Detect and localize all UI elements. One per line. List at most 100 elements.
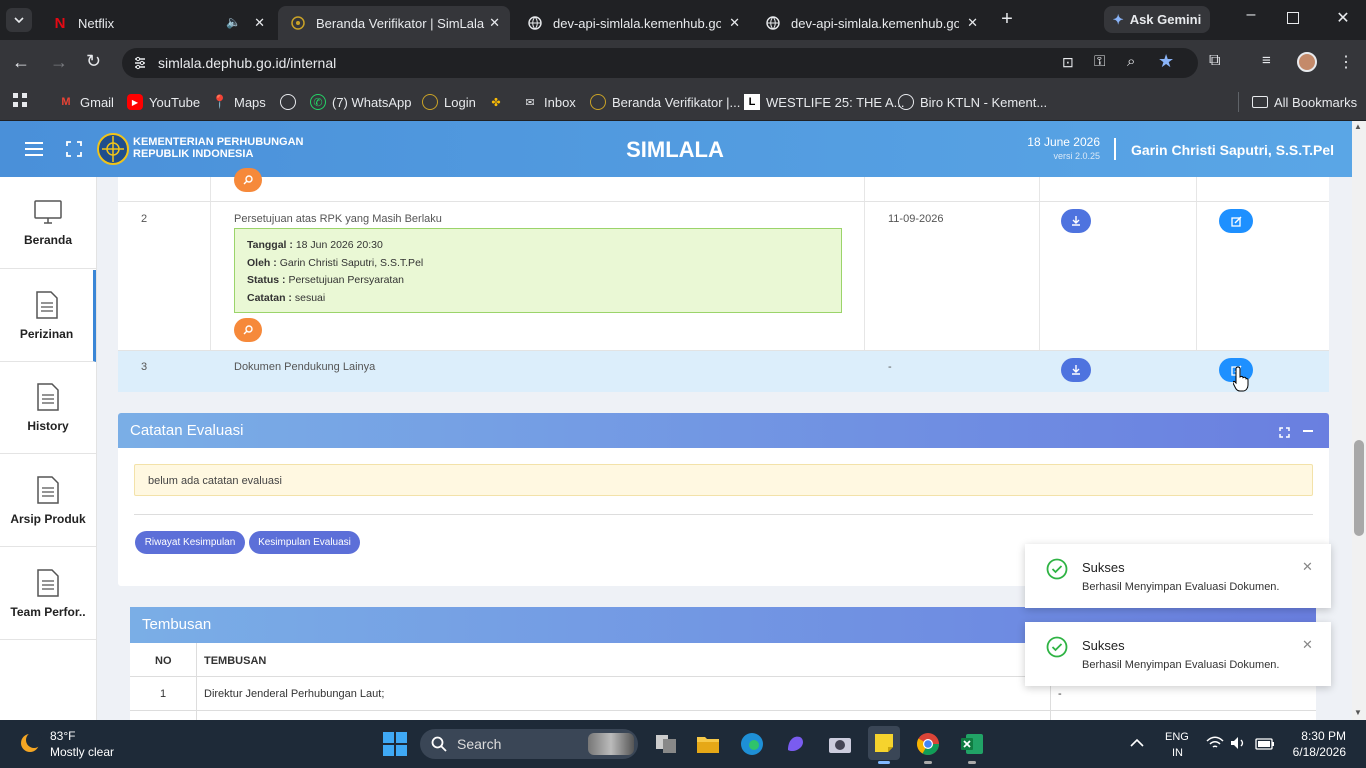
forward-button[interactable]: →: [50, 52, 68, 73]
tab-search-button[interactable]: [6, 8, 32, 32]
close-window-button[interactable]: ✕: [1332, 8, 1354, 32]
page-scrollbar[interactable]: [1352, 121, 1366, 720]
task-view-icon[interactable]: [652, 730, 680, 758]
star-icon[interactable]: ★: [1158, 51, 1174, 72]
chrome-icon[interactable]: [914, 730, 942, 758]
fullscreen-icon[interactable]: [66, 141, 82, 157]
minimize-button[interactable]: –: [1240, 6, 1262, 32]
header-user[interactable]: Garin Christi Saputri, S.S.T.Pel: [1131, 142, 1334, 158]
toast-title: Sukses: [1082, 638, 1125, 653]
key-icon[interactable]: ⚿: [1094, 53, 1105, 70]
url-text[interactable]: simlala.dephub.go.id/internal: [158, 55, 336, 71]
tab-title: Netflix: [78, 15, 115, 31]
check-circle-icon: [1046, 636, 1068, 658]
netflix-icon: N: [54, 14, 66, 32]
bookmark-globe[interactable]: [280, 92, 302, 112]
download-button[interactable]: [1061, 209, 1091, 233]
search-icon: [243, 175, 253, 185]
riwayat-kesimpulan-button[interactable]: Riwayat Kesimpulan: [135, 531, 245, 554]
volume-icon[interactable]: [1230, 736, 1246, 750]
wifi-icon[interactable]: [1206, 736, 1224, 750]
media-icon[interactable]: ≡: [1262, 52, 1271, 69]
reload-button[interactable]: ↻: [86, 51, 101, 72]
tembusan-row-extra: -: [1058, 688, 1062, 700]
bookmark-pinwheel[interactable]: ✤: [488, 92, 510, 112]
apps-grid-icon[interactable]: [12, 92, 28, 108]
bookmark-whatsapp[interactable]: ✆ (7) WhatsApp: [310, 92, 411, 112]
document-name: Persetujuan atas RPK yang Masih Berlaku: [234, 213, 442, 225]
tab-dev-api-1[interactable]: dev-api-simlala.kemenhub.go.id ✕: [515, 6, 750, 40]
edge-icon[interactable]: [738, 730, 766, 758]
globe-icon: [280, 94, 296, 110]
expand-icon[interactable]: [1279, 425, 1290, 438]
taskbar-search-box[interactable]: Search: [420, 729, 638, 759]
tembusan-card-title: Tembusan: [142, 616, 212, 633]
new-tab-button[interactable]: +: [996, 8, 1018, 30]
close-icon[interactable]: ✕: [254, 15, 265, 31]
bookmark-biro-ktln[interactable]: Biro KTLN - Kement...: [898, 92, 1047, 112]
globe-icon: [898, 94, 914, 110]
weather-icon[interactable]: [18, 731, 42, 755]
weather-desc[interactable]: Mostly clear: [50, 745, 114, 759]
bookmark-login[interactable]: Login: [422, 92, 476, 112]
camera-icon[interactable]: [826, 730, 854, 758]
close-icon[interactable]: ✕: [489, 15, 500, 31]
tab-simlala[interactable]: Beranda Verifikator | SimLala ✕: [278, 6, 510, 40]
scrollbar-thumb[interactable]: [1354, 440, 1364, 536]
windows-start-icon[interactable]: [383, 732, 407, 756]
bookmark-beranda[interactable]: Beranda Verifikator |...: [590, 92, 740, 112]
sidebar-item-history[interactable]: History: [0, 362, 96, 454]
sidebar-item-perizinan[interactable]: Perizinan: [0, 270, 96, 362]
close-icon[interactable]: ✕: [1302, 559, 1313, 575]
weather-temp[interactable]: 83°F: [50, 729, 75, 743]
edit-button[interactable]: [1219, 209, 1253, 233]
profile-avatar[interactable]: [1297, 52, 1317, 72]
collapse-icon[interactable]: [1303, 430, 1313, 432]
install-app-icon[interactable]: ⊡: [1062, 54, 1074, 71]
site-info-icon[interactable]: [132, 55, 148, 71]
bookmarks-divider: [1238, 92, 1239, 112]
bookmark-westlife[interactable]: L WESTLIFE 25: THE A...: [744, 92, 904, 112]
mail-icon: ✉: [525, 96, 535, 109]
extensions-icon[interactable]: ⧉: [1209, 52, 1220, 70]
maximize-button[interactable]: [1287, 12, 1299, 24]
sidebar-item-team-performance[interactable]: Team Perfor..: [0, 548, 96, 640]
download-button[interactable]: [1061, 358, 1091, 382]
back-button[interactable]: ←: [12, 52, 30, 73]
tab-title: dev-api-simlala.kemenhub.go.id: [791, 15, 959, 31]
search-button[interactable]: [234, 318, 262, 342]
kesimpulan-evaluasi-button[interactable]: Kesimpulan Evaluasi: [249, 531, 360, 554]
close-icon[interactable]: ✕: [729, 15, 740, 31]
battery-icon[interactable]: [1255, 737, 1275, 750]
menu-icon[interactable]: ⋮: [1338, 52, 1354, 72]
scroll-up-arrow[interactable]: ▲: [1354, 122, 1362, 131]
copilot-icon[interactable]: [782, 730, 810, 758]
bookmark-maps[interactable]: 📍 Maps: [212, 92, 266, 112]
close-icon[interactable]: ✕: [1302, 637, 1313, 653]
sidebar-item-beranda[interactable]: Beranda: [0, 177, 96, 269]
success-toast: Sukses Berhasil Menyimpan Evaluasi Dokum…: [1025, 622, 1331, 686]
file-explorer-icon[interactable]: [694, 730, 722, 758]
success-toast: Sukses Berhasil Menyimpan Evaluasi Dokum…: [1025, 544, 1331, 608]
tray-overflow-icon[interactable]: [1130, 735, 1144, 747]
clock-time[interactable]: 8:30 PM: [1296, 729, 1346, 743]
close-icon[interactable]: ✕: [967, 15, 978, 31]
gemini-icon: ✦: [1112, 11, 1124, 27]
excel-icon[interactable]: [958, 730, 986, 758]
bookmark-youtube[interactable]: ▶ YouTube: [127, 92, 200, 112]
input-language-1[interactable]: ENG: [1165, 731, 1189, 743]
input-language-2[interactable]: IN: [1172, 747, 1183, 759]
search-button[interactable]: [234, 168, 262, 192]
bookmark-inbox[interactable]: ✉ Inbox: [522, 92, 575, 112]
sidebar-item-arsip-produk[interactable]: Arsip Produk: [0, 455, 96, 547]
scroll-down-arrow[interactable]: ▼: [1354, 708, 1362, 717]
bookmark-gmail[interactable]: M Gmail: [58, 92, 114, 112]
clock-date[interactable]: 6/18/2026: [1290, 745, 1346, 759]
tab-netflix[interactable]: N Netflix 🔈 ✕: [40, 6, 275, 40]
hamburger-menu-icon[interactable]: [24, 141, 44, 157]
tab-dev-api-2[interactable]: dev-api-simlala.kemenhub.go.id ✕: [753, 6, 988, 40]
zoom-icon[interactable]: ⌕: [1127, 53, 1135, 70]
all-bookmarks[interactable]: All Bookmarks: [1252, 92, 1357, 112]
ask-gemini-button[interactable]: ✦ Ask Gemini: [1104, 6, 1210, 33]
sticky-notes-icon[interactable]: [868, 726, 900, 760]
